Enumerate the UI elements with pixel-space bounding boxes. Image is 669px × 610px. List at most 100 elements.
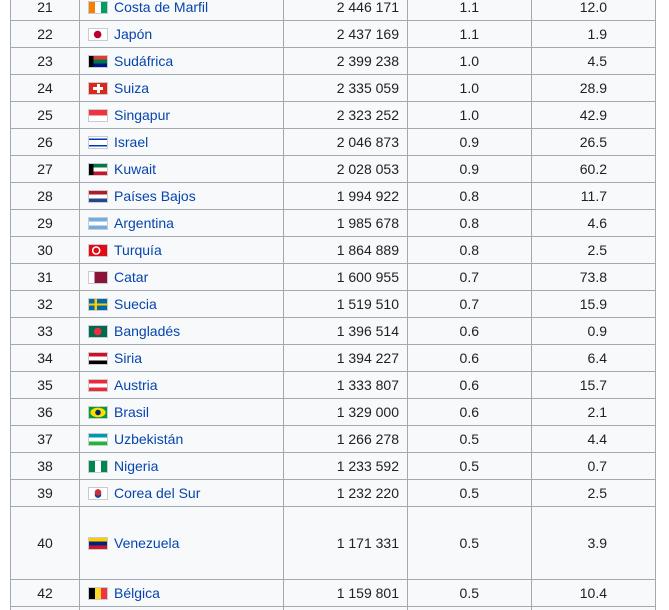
share-cell: 0.9 (407, 155, 532, 183)
growth-cell: 11.7 (531, 182, 656, 210)
japan-flag-icon (88, 27, 108, 41)
export-value-cell: 2 323 252 (283, 101, 408, 129)
country-cell: Brasil (79, 398, 284, 426)
table-row: 30 Turquía 1 864 889 0.8 2.5 (10, 236, 656, 264)
netherlands-flag-icon (88, 189, 108, 203)
country-cell: Japón (79, 20, 284, 48)
country-link[interactable]: Bélgica (114, 585, 160, 601)
exports-table: 21 Costa de Marfil 2 446 171 1.1 12.0 22 Japón… (10, 0, 656, 610)
rank-cell: 23 (10, 47, 80, 75)
rank-cell: 29 (10, 209, 80, 237)
south-korea-flag-icon (88, 486, 108, 500)
bangladesh-flag-icon (88, 324, 108, 338)
growth-cell: 6.4 (531, 344, 656, 372)
rank-cell: 26 (10, 128, 80, 156)
country-with-flag: Singapur (88, 107, 275, 123)
export-value-cell: 1 985 678 (283, 209, 408, 237)
table-row: 25 Singapur 2 323 252 1.0 42.9 (10, 101, 656, 129)
country-link[interactable]: Argentina (114, 215, 174, 231)
growth-cell (531, 606, 656, 610)
table-row: 29 Argentina 1 985 678 0.8 4.6 (10, 209, 656, 237)
table-row: 34 Siria 1 394 227 0.6 6.4 (10, 344, 656, 372)
rank-cell: 38 (10, 452, 80, 480)
rank-cell: 33 (10, 317, 80, 345)
country-with-flag: Países Bajos (88, 188, 275, 204)
country-cell: Corea del Sur (79, 479, 284, 507)
south-africa-flag-icon (88, 54, 108, 68)
country-link[interactable]: Suiza (114, 80, 149, 96)
table-row: 24 Suiza 2 335 059 1.0 28.9 (10, 74, 656, 102)
export-value-cell: 1 396 514 (283, 317, 408, 345)
share-cell: 0.8 (407, 182, 532, 210)
table-row: 26 Israel 2 046 873 0.9 26.5 (10, 128, 656, 156)
country-link[interactable]: Bangladés (114, 323, 180, 339)
country-link[interactable]: Catar (114, 269, 148, 285)
country-link[interactable]: Siria (114, 350, 142, 366)
table-body: 21 Costa de Marfil 2 446 171 1.1 12.0 22 Japón… (10, 0, 656, 610)
table-row: 31 Catar 1 600 955 0.7 73.8 (10, 263, 656, 291)
rank-cell: 27 (10, 155, 80, 183)
country-link[interactable]: Corea del Sur (114, 485, 200, 501)
share-cell: 0.5 (407, 425, 532, 453)
country-with-flag: Kuwait (88, 161, 275, 177)
rank-cell: 40 (10, 506, 80, 580)
country-link[interactable]: Austria (114, 377, 158, 393)
rank-cell: 35 (10, 371, 80, 399)
export-value-cell: 1 232 220 (283, 479, 408, 507)
country-with-flag: Nigeria (88, 458, 275, 474)
growth-cell: 4.5 (531, 47, 656, 75)
country-link[interactable]: Kuwait (114, 161, 156, 177)
share-cell: 1.0 (407, 74, 532, 102)
share-cell: 1.1 (407, 0, 532, 21)
country-cell: Costa de Marfil (79, 0, 284, 21)
rank-cell: 39 (10, 479, 80, 507)
country-link[interactable]: Costa de Marfil (114, 0, 208, 15)
export-value-cell: 1 994 922 (283, 182, 408, 210)
growth-cell: 2.1 (531, 398, 656, 426)
country-cell: Kuwait (79, 155, 284, 183)
rank-cell: 30 (10, 236, 80, 264)
table-row: 32 Suecia 1 519 510 0.7 15.9 (10, 290, 656, 318)
table-row: 28 Países Bajos 1 994 922 0.8 11.7 (10, 182, 656, 210)
country-link[interactable]: Israel (114, 134, 148, 150)
country-link[interactable]: Venezuela (114, 535, 179, 551)
country-link[interactable]: Países Bajos (114, 188, 196, 204)
kuwait-flag-icon (88, 162, 108, 176)
country-cell: Venezuela (79, 506, 284, 580)
growth-cell: 15.7 (531, 371, 656, 399)
share-cell: 0.7 (407, 290, 532, 318)
table-row: 22 Japón 2 437 169 1.1 1.9 (10, 20, 656, 48)
share-cell: 1.0 (407, 47, 532, 75)
brazil-flag-icon (88, 405, 108, 419)
country-link[interactable]: Brasil (114, 404, 149, 420)
country-cell: Suecia (79, 290, 284, 318)
country-with-flag: Argentina (88, 215, 275, 231)
sweden-flag-icon (88, 297, 108, 311)
share-cell: 0.6 (407, 371, 532, 399)
country-with-flag: Brasil (88, 404, 275, 420)
country-link[interactable]: Nigeria (114, 458, 158, 474)
table-row: 37 Uzbekistán 1 266 278 0.5 4.4 (10, 425, 656, 453)
country-cell: Argentina (79, 209, 284, 237)
share-cell: 0.6 (407, 398, 532, 426)
country-cell: Austria (79, 371, 284, 399)
share-cell: 0.7 (407, 263, 532, 291)
country-link[interactable]: Uzbekistán (114, 431, 183, 447)
table-row: 39 Corea del Sur 1 232 220 0.5 2.5 (10, 479, 656, 507)
country-with-flag: Japón (88, 26, 275, 42)
country-link[interactable]: Suecia (114, 296, 157, 312)
growth-cell: 12.0 (531, 0, 656, 21)
country-link[interactable]: Sudáfrica (114, 53, 173, 69)
table-row: 35 Austria 1 333 807 0.6 15.7 (10, 371, 656, 399)
export-value-cell: 1 159 801 (283, 579, 408, 607)
country-with-flag: Bélgica (88, 585, 275, 601)
country-link[interactable]: Japón (114, 26, 152, 42)
country-with-flag: Uzbekistán (88, 431, 275, 447)
belgium-flag-icon (88, 586, 108, 600)
country-link[interactable]: Singapur (114, 107, 170, 123)
israel-flag-icon (88, 135, 108, 149)
growth-cell: 1.9 (531, 20, 656, 48)
country-link[interactable]: Turquía (114, 242, 162, 258)
growth-cell: 42.9 (531, 101, 656, 129)
share-cell: 0.6 (407, 344, 532, 372)
